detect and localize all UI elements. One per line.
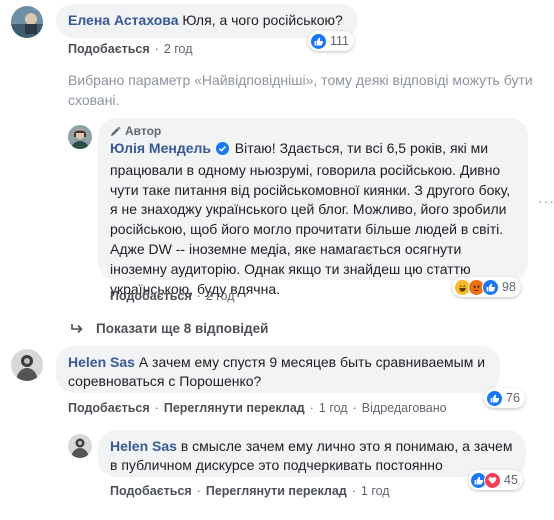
like-link[interactable]: Подобається xyxy=(110,484,192,498)
timestamp[interactable]: 2 год xyxy=(164,42,193,56)
comment-text: Вітаю! Здається, ти всі 6,5 років, які м… xyxy=(110,140,511,297)
like-icon xyxy=(486,389,503,407)
reaction-summary[interactable]: 111 xyxy=(308,31,355,51)
reaction-count: 76 xyxy=(506,391,520,405)
comment-actions: Подобається · Переглянути переклад · 1 год · В… xyxy=(68,401,447,415)
author-badge-label: Автор xyxy=(125,124,162,138)
reaction-count: 111 xyxy=(330,34,350,48)
translate-link[interactable]: Переглянути переклад xyxy=(206,484,347,498)
reaction-count: 98 xyxy=(502,280,516,294)
avatar-yulia[interactable] xyxy=(68,125,92,149)
reply-bubble: Автор Юлія Мендель Вітаю! Здається, ти в… xyxy=(98,118,528,297)
comment-actions: Подобається · 2 год xyxy=(68,42,193,56)
like-link[interactable]: Подобається xyxy=(110,289,192,303)
author-badge: Автор xyxy=(110,123,516,139)
avatar-elena[interactable] xyxy=(11,6,43,38)
timestamp[interactable]: 1 год xyxy=(319,401,348,415)
avatar-helen[interactable] xyxy=(11,349,43,381)
reply-body: Юлія Мендель Вітаю! Здається, ти всі 6,5… xyxy=(110,139,516,299)
show-more-label: Показати ще 8 відповідей xyxy=(96,321,269,336)
comment-text: Юля, а чого російською? xyxy=(182,12,343,28)
reaction-summary[interactable]: 98 xyxy=(452,277,521,297)
reply-actions: Подобається · Переглянути переклад · 1 год xyxy=(110,484,390,498)
like-link[interactable]: Подобається xyxy=(68,401,150,415)
avatar-helen-reply[interactable] xyxy=(68,434,92,458)
more-options-icon[interactable]: ··· xyxy=(538,193,554,209)
reply-actions: Подобається · 2 год xyxy=(110,289,235,303)
show-more-replies[interactable]: Показати ще 8 відповідей xyxy=(70,321,268,336)
comment-bubble: Helen Sas А зачем ему спустя 9 месяцев б… xyxy=(56,346,500,393)
reaction-summary[interactable]: 45 xyxy=(468,470,523,490)
reaction-count: 45 xyxy=(504,473,518,487)
reaction-summary[interactable]: 76 xyxy=(484,388,525,408)
timestamp[interactable]: 1 год xyxy=(361,484,390,498)
edited-label[interactable]: Відредаговано xyxy=(362,401,447,415)
like-link[interactable]: Подобається xyxy=(68,42,150,56)
filter-notice: Вибрано параметр «Найвідповідніші», тому… xyxy=(68,72,533,108)
pen-icon xyxy=(110,125,121,137)
timestamp[interactable]: 2 год xyxy=(206,289,235,303)
verified-badge-icon xyxy=(215,141,229,161)
translate-link[interactable]: Переглянути переклад xyxy=(164,401,305,415)
love-icon xyxy=(484,471,501,489)
comment-author[interactable]: Helen Sas xyxy=(110,438,177,454)
like-icon xyxy=(482,278,499,296)
reply-bubble: Helen Sas в смысле зачем ему лично это я… xyxy=(98,430,526,477)
comment-author[interactable]: Юлія Мендель xyxy=(110,140,211,156)
reply-arrow-icon xyxy=(70,323,84,335)
comment-author[interactable]: Helen Sas xyxy=(68,354,135,370)
comment-author[interactable]: Елена Астахова xyxy=(68,12,179,28)
like-icon xyxy=(310,32,327,50)
